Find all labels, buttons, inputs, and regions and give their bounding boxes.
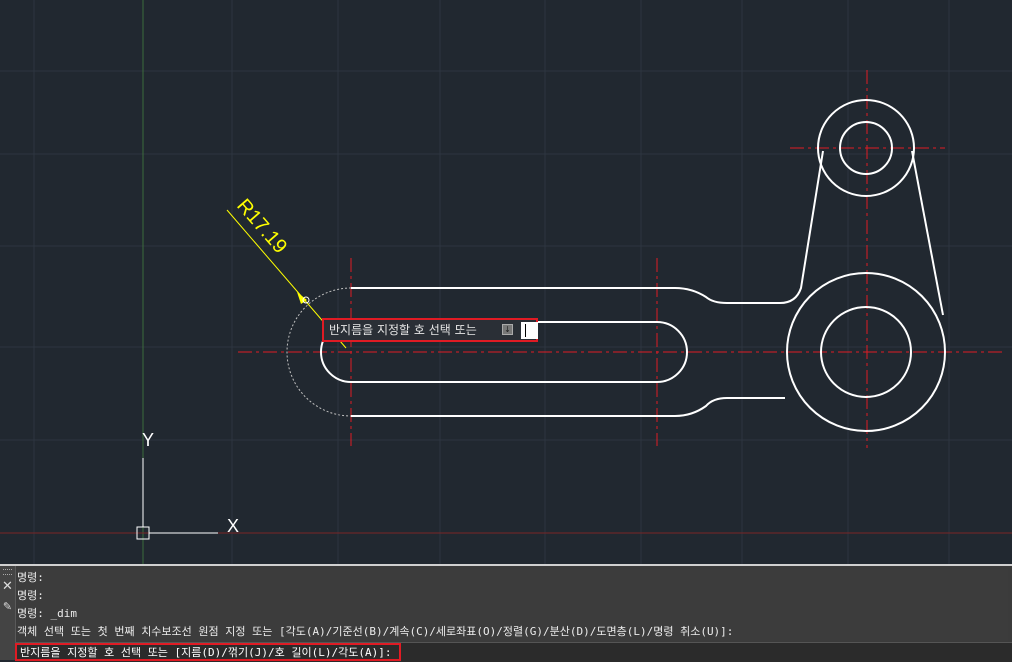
grip-icon[interactable]: [3, 569, 12, 575]
close-icon[interactable]: ✕: [1, 580, 14, 594]
drawing-canvas[interactable]: R17.19 Y X: [0, 0, 1012, 564]
arrow-down-icon[interactable]: ↓: [502, 324, 513, 335]
command-line-input[interactable]: 반지름을 지정할 호 선택 또는 [지름(D)/꺾기(J)/호 길이(L)/각도…: [15, 642, 1012, 662]
ucs-y-label: Y: [142, 430, 154, 450]
text-caret: [525, 324, 526, 337]
dynamic-input-field[interactable]: [521, 322, 538, 339]
customize-icon[interactable]: ✎: [1, 600, 14, 614]
centerlines: [238, 70, 1005, 448]
history-line: 객체 선택 또는 첫 번째 치수보조선 원점 지정 또는 [각도(A)/기준선(…: [17, 625, 734, 638]
command-window-handle[interactable]: ✕ ✎: [0, 566, 16, 660]
dynamic-input-tooltip[interactable]: 반지름을 지정할 호 선택 또는 ↓: [322, 318, 538, 342]
history-line: 명령:: [17, 571, 44, 584]
grid: [0, 0, 1012, 564]
drawing-viewport[interactable]: R17.19 Y X 반지름을 지정할 호 선택 또는 ↓: [0, 0, 1012, 564]
command-window[interactable]: ✕ ✎ 명령: 명령: 명령: _dim 객체 선택 또는 첫 번째 치수보조선…: [0, 564, 1012, 662]
slot-outer-bottom: [351, 397, 785, 417]
dynamic-input-prompt: 반지름을 지정할 호 선택 또는: [329, 323, 477, 337]
ucs-x-label: X: [227, 516, 239, 536]
current-prompt[interactable]: 반지름을 지정할 호 선택 또는 [지름(D)/꺾기(J)/호 길이(L)/각도…: [15, 643, 401, 661]
part-geometry: [320, 99, 946, 432]
command-history: 명령: 명령: 명령: _dim 객체 선택 또는 첫 번째 치수보조선 원점 …: [17, 569, 1008, 641]
slot-outer: [351, 150, 824, 304]
history-line: 명령: _dim: [17, 607, 77, 620]
ucs-icon: Y X: [136, 430, 239, 540]
history-line: 명령:: [17, 589, 44, 602]
